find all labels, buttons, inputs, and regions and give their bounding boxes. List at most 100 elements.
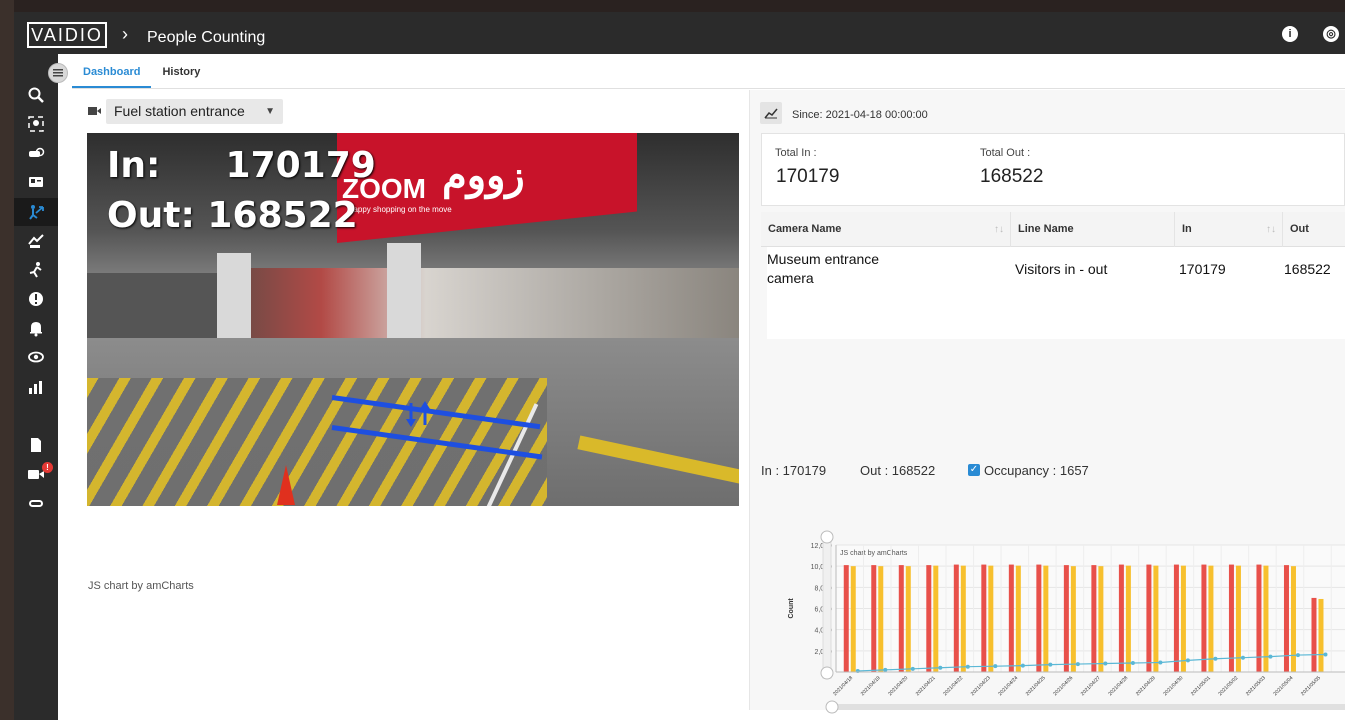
globe-icon[interactable]: ◎ — [1323, 26, 1339, 42]
info-icon[interactable]: i — [1282, 26, 1298, 42]
chart-x-tick-label: 2021/04/24 — [997, 675, 1019, 697]
chart-x-tick-label: 2021/05/02 — [1217, 675, 1239, 697]
tab-dashboard[interactable]: Dashboard — [72, 54, 152, 88]
search-icon — [28, 87, 44, 103]
chart-occupancy-point — [1323, 652, 1328, 657]
overlay-out-label: Out: — [107, 195, 195, 236]
total-out-label: Total Out : — [980, 147, 1031, 159]
column-camera-name[interactable]: Camera Name ↑↓ — [761, 212, 1011, 247]
chart-occupancy-point — [910, 666, 915, 671]
sidebar-item-toggle[interactable] — [14, 489, 58, 517]
chart-bar-out — [1043, 565, 1049, 672]
chart-y-axis-label: Count — [788, 598, 795, 619]
chart-bar-in — [1118, 564, 1124, 672]
chart-x-tick-label: 2021/05/03 — [1245, 675, 1267, 697]
chart-occupancy-point — [1185, 658, 1190, 663]
screen-frame-left — [0, 0, 14, 720]
sidebar-item-traffic[interactable] — [14, 227, 58, 255]
sidebar-item-eye[interactable] — [14, 343, 58, 371]
menu-icon — [53, 69, 63, 77]
overlay-out-value: 168522 — [207, 195, 358, 236]
chart-bar-in — [1228, 564, 1234, 672]
chart-x-tick-label: 2021/04/23 — [970, 675, 992, 697]
chart-bar-in — [1173, 564, 1179, 672]
in-count: In : 170179 — [761, 463, 827, 478]
sidebar-item-search[interactable] — [14, 81, 58, 109]
face-scan-icon — [28, 116, 44, 132]
sort-icon[interactable]: ↑↓ — [1266, 212, 1276, 247]
chart-x-tick-label: 2021/04/20 — [887, 675, 909, 697]
sidebar-item-running-person[interactable] — [14, 256, 58, 284]
sidebar-item-bell[interactable] — [14, 314, 58, 342]
sidebar-item-document[interactable] — [14, 431, 58, 459]
bar-chart-icon — [29, 381, 42, 394]
chart-bar-in — [1146, 564, 1152, 672]
chart-zoom-handle-bottom[interactable] — [820, 666, 834, 680]
total-out-value: 168522 — [980, 166, 1044, 187]
camera-select[interactable]: Fuel station entrance ▼ — [106, 99, 283, 124]
sidebar: ! — [14, 54, 58, 720]
chart-scroll-handle[interactable] — [825, 700, 839, 714]
sidebar-item-people-counting[interactable] — [14, 198, 58, 226]
people-counting-icon — [29, 205, 44, 220]
top-bar: VAIDIO › People Counting i ◎ — [14, 12, 1345, 54]
chart-bar-out — [905, 566, 911, 672]
camera-alert-badge: ! — [42, 462, 53, 473]
chart-credit: JS chart by amCharts — [840, 550, 908, 557]
sort-icon[interactable]: ↑↓ — [994, 212, 1004, 247]
totals-card: Total In : 170179 Total Out : 168522 — [761, 133, 1345, 206]
chart-occupancy-point — [938, 665, 943, 670]
chevron-down-icon: ▼ — [265, 106, 275, 117]
table-header: Camera Name ↑↓ Line Name In ↑↓ Out — [761, 212, 1345, 247]
overlay-in-label: In: — [107, 145, 161, 186]
occupancy-count: Occupancy : 1657 — [984, 463, 1089, 478]
direction-arrows-icon — [406, 401, 430, 427]
sidebar-item-alert[interactable] — [14, 285, 58, 313]
screen-frame-top — [0, 0, 1345, 12]
column-out[interactable]: Out — [1283, 212, 1345, 247]
camera-video-feed[interactable]: ZOOM happy shopping on the move زووم In:… — [87, 133, 739, 506]
chart-occupancy-point — [1020, 663, 1025, 668]
sidebar-item-camera[interactable]: ! — [14, 460, 58, 488]
column-in-label: In — [1182, 223, 1192, 235]
sidebar-item-vehicle-search[interactable] — [14, 139, 58, 167]
toggle-icon — [29, 500, 43, 507]
line-chart-icon[interactable] — [760, 102, 782, 124]
overlay-out: Out: 168522 — [107, 195, 358, 236]
chart-bar-out — [1015, 565, 1021, 672]
chart-bar-in — [926, 565, 932, 672]
total-in-label: Total In : — [775, 147, 817, 159]
chart-bar-in — [1311, 597, 1317, 672]
chart-bar-in — [981, 564, 987, 672]
sidebar-item-face-scan[interactable] — [14, 110, 58, 138]
chart-x-tick-label: 2021/04/26 — [1052, 675, 1074, 697]
tab-divider — [72, 88, 1345, 89]
sidebar-item-bar-chart[interactable] — [14, 373, 58, 401]
sidebar-collapse-button[interactable] — [48, 63, 68, 83]
video-camera-icon — [88, 107, 101, 115]
column-line-name[interactable]: Line Name — [1011, 212, 1175, 247]
chart-occupancy-point — [965, 664, 970, 669]
chart-vertical-scrollbar[interactable] — [822, 536, 832, 679]
chart-zoom-handle-top[interactable] — [820, 530, 834, 544]
page-title: People Counting — [147, 29, 266, 46]
chart-bar-out — [1153, 565, 1159, 672]
occupancy-checkbox[interactable]: ✓ — [968, 464, 980, 476]
chart-occupancy-point — [1213, 656, 1218, 661]
chart-bar-out — [988, 565, 994, 672]
chart-horizontal-scrollbar[interactable] — [831, 704, 1345, 710]
column-in[interactable]: In ↑↓ — [1175, 212, 1283, 247]
tab-history[interactable]: History — [151, 54, 211, 88]
column-camera-name-label: Camera Name — [768, 223, 842, 235]
app-window: VAIDIO › People Counting i ◎ ! Dashboard… — [14, 12, 1345, 720]
left-chart-credit[interactable]: JS chart by amCharts — [88, 580, 194, 592]
table-row[interactable]: Museum entrance camera Visitors in - out… — [767, 247, 1345, 339]
chart-occupancy-point — [1103, 661, 1108, 666]
camera-select-value: Fuel station entrance — [114, 103, 245, 119]
chart-occupancy-point — [1268, 654, 1273, 659]
chart-bar-in — [1201, 564, 1207, 672]
vaidio-logo[interactable]: VAIDIO — [27, 22, 107, 48]
sidebar-item-id-card[interactable] — [14, 168, 58, 196]
running-person-icon — [29, 262, 42, 278]
video-floor-stripes — [87, 378, 547, 506]
